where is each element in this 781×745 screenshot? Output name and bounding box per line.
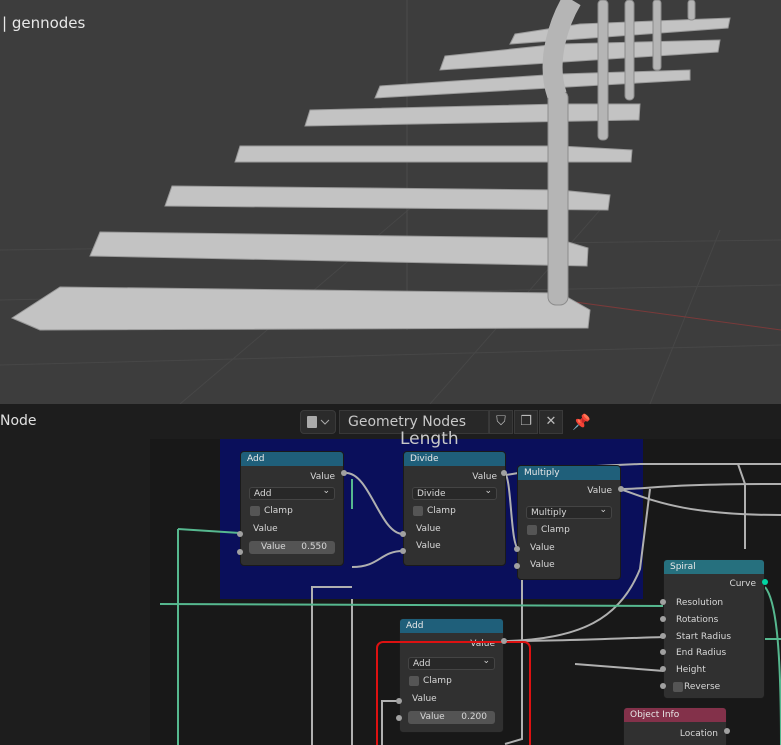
socket[interactable] — [501, 638, 507, 644]
node-divide-output-label: Value — [472, 472, 497, 482]
socket[interactable] — [660, 616, 666, 622]
socket[interactable] — [660, 633, 666, 639]
socket[interactable] — [514, 563, 520, 569]
socket[interactable] — [501, 470, 507, 476]
node-spiral[interactable]: Spiral Curve Resolution Rotations Start … — [663, 559, 765, 699]
viewport-scene — [0, 0, 781, 404]
socket[interactable] — [400, 531, 406, 537]
duplicate-icon[interactable]: ❐ — [514, 410, 538, 434]
node-editor-header: Node Geometry Nodes ⛉ ❐ ✕ 📌 — [0, 404, 781, 439]
node-multiply-output-label: Value — [587, 486, 612, 496]
node-object-info[interactable]: Object Info Location — [623, 707, 727, 745]
socket[interactable] — [396, 715, 402, 721]
socket[interactable] — [237, 531, 243, 537]
node-add-1-input-label: Value — [253, 524, 278, 534]
socket[interactable] — [660, 599, 666, 605]
node-divide-operation-dropdown[interactable]: Divide — [412, 485, 497, 500]
node-spiral-output-label: Curve — [729, 579, 756, 589]
node-divide-input1-label: Value — [416, 524, 441, 534]
pin-icon[interactable]: 📌 — [572, 413, 591, 431]
node-spiral-reverse-checkbox[interactable] — [673, 682, 683, 692]
node-add-1-output-label: Value — [310, 472, 335, 482]
socket[interactable] — [618, 486, 624, 492]
socket[interactable] — [660, 649, 666, 655]
node-multiply-operation-dropdown[interactable]: Multiply — [526, 504, 612, 519]
node-tree-icon — [307, 416, 330, 428]
node-add-1[interactable]: Add Value Add Clamp Value Value 0.550 — [240, 451, 344, 566]
node-add-1-value-label: Value — [261, 542, 286, 552]
node-add-1-operation-dropdown[interactable]: Add — [249, 485, 335, 500]
node-spiral-input-height: Height — [676, 665, 706, 675]
node-add-1-value: 0.550 — [301, 542, 327, 552]
socket[interactable] — [724, 728, 730, 734]
node-multiply-header[interactable]: Multiply — [518, 466, 620, 480]
node-add-1-value-field[interactable]: Value 0.550 — [249, 541, 335, 554]
socket[interactable] — [341, 470, 347, 476]
node-object-info-header[interactable]: Object Info — [624, 708, 726, 722]
socket[interactable] — [400, 548, 406, 554]
node-editor[interactable]: Node Geometry Nodes ⛉ ❐ ✕ 📌 Length Add V… — [0, 404, 781, 745]
node-divide-header[interactable]: Divide — [404, 452, 505, 466]
socket[interactable] — [237, 549, 243, 555]
node-add-2-header[interactable]: Add — [400, 619, 503, 633]
3d-viewport[interactable]: | gennodes — [0, 0, 781, 404]
socket[interactable] — [514, 546, 520, 552]
node-spiral-input-rotations: Rotations — [676, 615, 719, 625]
selection-outline — [376, 641, 531, 745]
node-multiply-input1-label: Value — [530, 543, 555, 553]
node-divide-clamp-checkbox[interactable] — [413, 506, 423, 516]
node-multiply-clamp-checkbox[interactable] — [527, 525, 537, 535]
socket[interactable] — [660, 683, 666, 689]
node-multiply-clamp-label: Clamp — [541, 525, 570, 535]
node-spiral-header[interactable]: Spiral — [664, 560, 764, 574]
socket-geometry[interactable] — [762, 579, 768, 585]
node-divide[interactable]: Divide Value Divide Clamp Value Value — [403, 451, 506, 566]
editor-type-label[interactable]: Node — [0, 413, 37, 429]
node-spiral-reverse-label: Reverse — [684, 682, 721, 692]
node-add-1-clamp-label: Clamp — [264, 506, 293, 516]
node-add-1-clamp-checkbox[interactable] — [250, 506, 260, 516]
node-multiply-input2-label: Value — [530, 560, 555, 570]
node-spiral-input-start-radius: Start Radius — [676, 632, 732, 642]
node-tree-browse-button[interactable] — [300, 410, 336, 434]
socket[interactable] — [396, 698, 402, 704]
socket[interactable] — [660, 666, 666, 672]
unlink-close-icon[interactable]: ✕ — [539, 410, 563, 434]
viewport-object-label: | gennodes — [2, 14, 86, 32]
node-canvas[interactable]: Length Add Value Add ⌄ Clamp Value Value… — [0, 429, 781, 745]
node-object-info-output-label: Location — [679, 729, 718, 739]
fake-user-shield-icon[interactable]: ⛉ — [489, 410, 513, 434]
node-spiral-input-resolution: Resolution — [676, 598, 724, 608]
node-divide-clamp-label: Clamp — [427, 506, 456, 516]
node-add-1-header[interactable]: Add — [241, 452, 343, 466]
node-multiply[interactable]: Multiply Value Multiply Clamp Value Valu… — [517, 465, 621, 580]
node-divide-input2-label: Value — [416, 541, 441, 551]
node-spiral-input-end-radius: End Radius — [676, 648, 727, 658]
